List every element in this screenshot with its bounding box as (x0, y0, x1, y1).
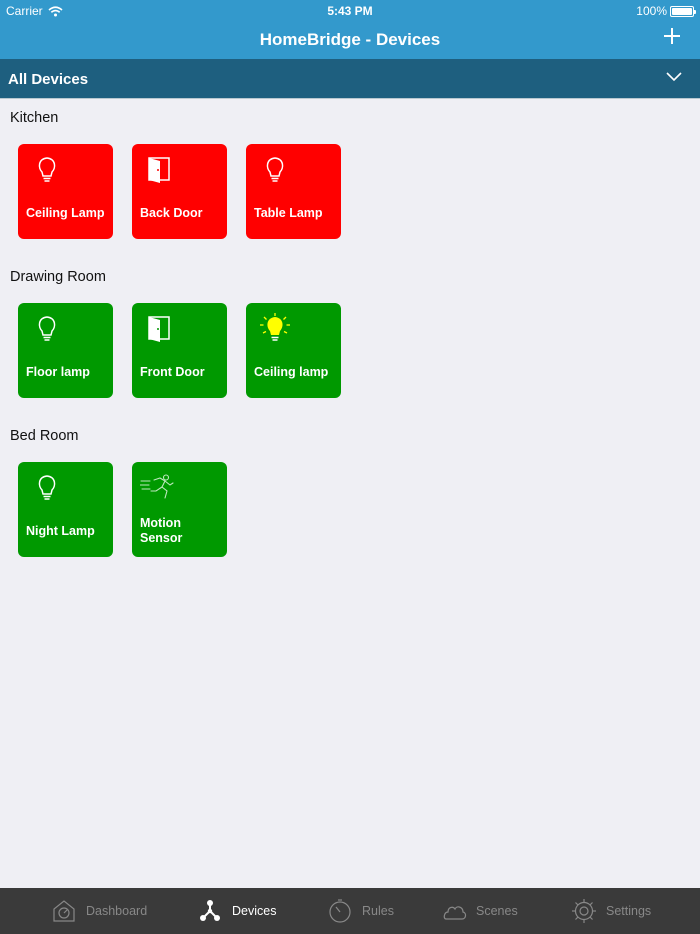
bulb-icon (38, 475, 56, 500)
device-label: Table Lamp (254, 206, 323, 220)
device-tile-floor-lamp[interactable]: Floor lamp (18, 303, 113, 398)
device-tile-back-door[interactable]: Back Door (132, 144, 227, 239)
header: Carrier 5:43 PM 100% HomeBridge - Device… (0, 0, 700, 59)
device-tile-night-lamp[interactable]: Night Lamp (18, 462, 113, 557)
tab-rules[interactable]: Rules (326, 888, 394, 934)
chevron-down-icon (666, 72, 682, 82)
plus-icon[interactable] (662, 26, 682, 46)
device-label: Motion Sensor (140, 516, 183, 545)
dashboard-icon (53, 900, 75, 922)
tab-label: Devices (232, 904, 277, 918)
status-bar: Carrier 5:43 PM 100% (0, 0, 700, 20)
tab-label: Settings (606, 904, 652, 918)
page-title: HomeBridge - Devices (259, 30, 441, 49)
status-time: 5:43 PM (327, 4, 373, 18)
timer-icon (329, 899, 351, 923)
tab-scenes[interactable]: Scenes (440, 888, 518, 934)
device-tile-front-door[interactable]: Front Door (132, 303, 227, 398)
tab-label: Scenes (476, 904, 518, 918)
room-filter-dropdown[interactable]: All Devices (0, 59, 700, 99)
bulb-lit-icon (260, 313, 290, 341)
running-person-icon (140, 474, 174, 499)
battery-icon (670, 5, 696, 17)
room-title-drawing-room: Drawing Room (10, 269, 106, 285)
device-label: Back Door (140, 206, 203, 220)
room-title-kitchen: Kitchen (10, 110, 59, 126)
device-tile-motion-sensor[interactable]: Motion Sensor (132, 462, 227, 557)
gear-icon (572, 899, 596, 923)
device-tile-ceiling-lamp[interactable]: Ceiling Lamp (18, 144, 113, 239)
bulb-icon (266, 157, 284, 182)
device-tile-ceiling-lamp-drawing[interactable]: Ceiling lamp (246, 303, 341, 398)
tab-devices[interactable]: Devices (196, 888, 276, 934)
device-tile-table-lamp[interactable]: Table Lamp (246, 144, 341, 239)
tab-settings[interactable]: Settings (570, 888, 651, 934)
battery-status: 100% (636, 4, 696, 18)
tab-label: Rules (362, 904, 394, 918)
door-icon (148, 316, 170, 342)
room-title-bed-room: Bed Room (10, 428, 79, 444)
device-label: Night Lamp (26, 524, 95, 538)
battery-percent: 100% (636, 4, 667, 18)
device-label: Ceiling Lamp (26, 206, 105, 220)
tab-label: Dashboard (86, 904, 148, 918)
tab-bar: Dashboard Devices Rules Scenes Settings (0, 888, 700, 934)
tab-dashboard[interactable]: Dashboard (50, 888, 147, 934)
bulb-icon (38, 157, 56, 182)
cloud-icon (443, 906, 467, 920)
network-icon (200, 900, 220, 921)
device-label: Ceiling lamp (254, 365, 329, 379)
device-label: Front Door (140, 365, 205, 379)
filter-label: All Devices (8, 71, 89, 88)
door-icon (148, 157, 170, 183)
bulb-icon (38, 316, 56, 341)
device-label: Floor lamp (26, 365, 90, 379)
